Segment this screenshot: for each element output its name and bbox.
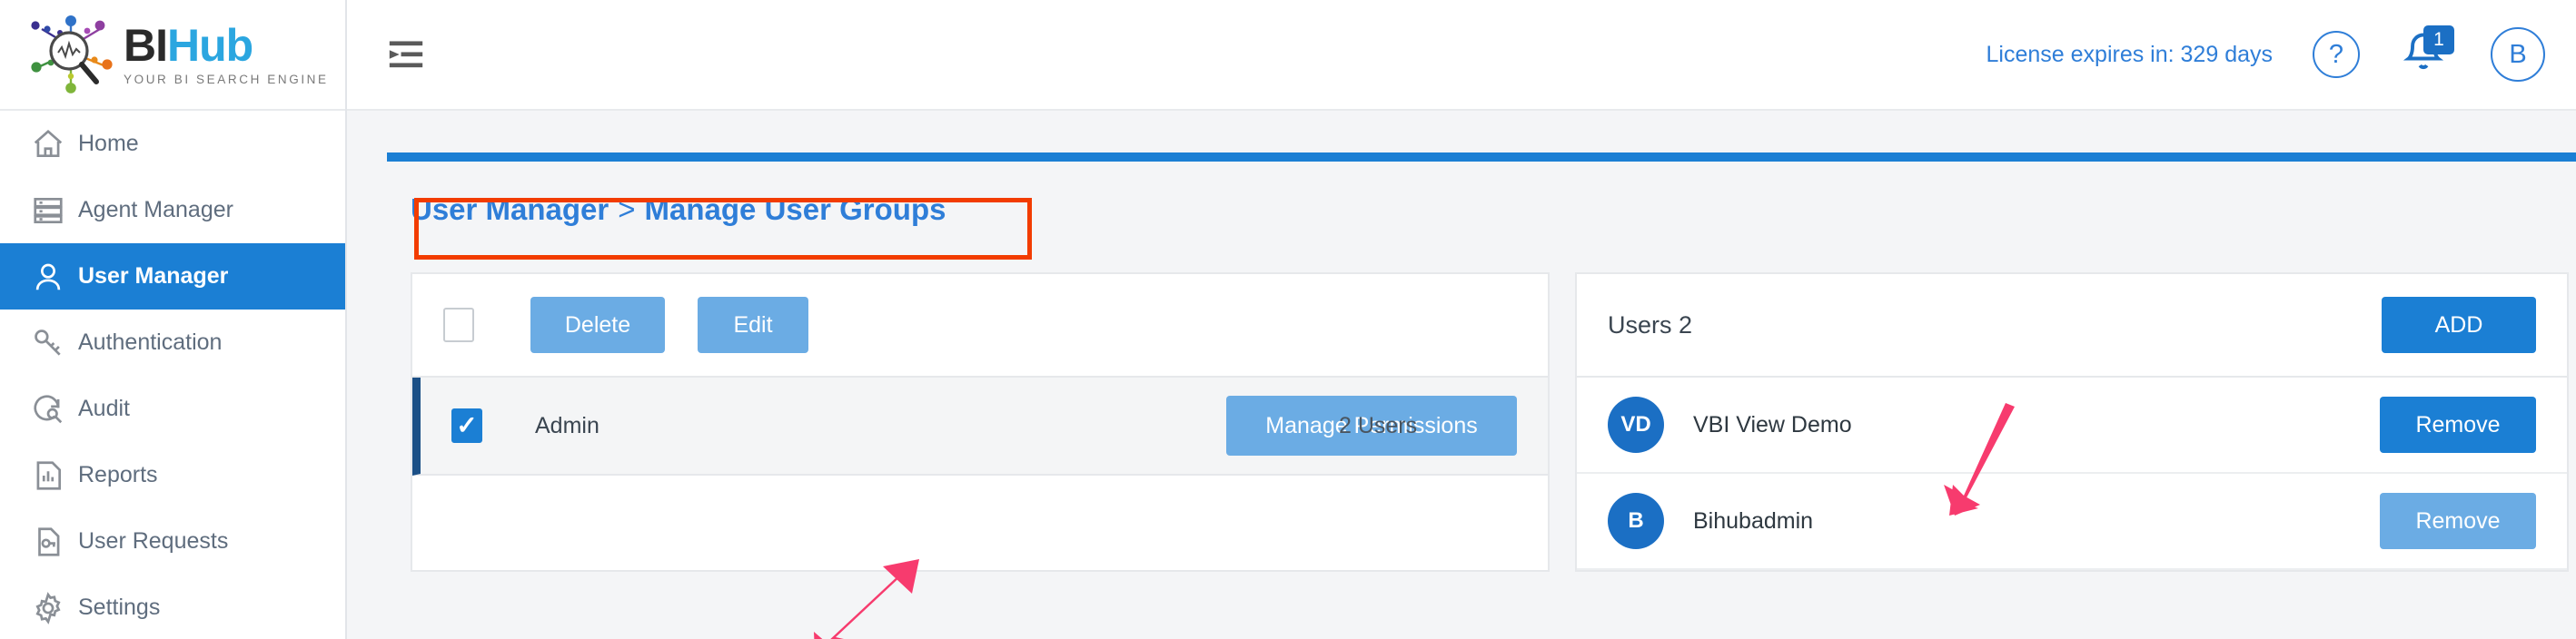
- add-user-button[interactable]: ADD: [2382, 297, 2536, 353]
- server-icon: [31, 193, 78, 228]
- top-bar: License expires in: 329 days ? 1 B: [347, 0, 2576, 111]
- avatar: VD: [1608, 397, 1664, 453]
- delete-button[interactable]: Delete: [530, 297, 665, 353]
- table-row[interactable]: Admin 2 Users Manage Permissions: [412, 378, 1548, 476]
- sidebar-item-label: Authentication: [78, 329, 223, 355]
- key-icon: [31, 326, 78, 360]
- remove-user-button[interactable]: Remove: [2380, 397, 2536, 453]
- sidebar-item-reports[interactable]: Reports: [0, 442, 345, 508]
- breadcrumb-parent[interactable]: User Manager: [411, 192, 609, 227]
- report-chart-icon: [31, 458, 78, 493]
- user-icon: [31, 260, 78, 294]
- groups-list: Admin 2 Users Manage Permissions: [412, 378, 1548, 476]
- select-all-checkbox[interactable]: [443, 308, 474, 342]
- users-list: VD VBI View Demo Remove B Bihubadmin Rem…: [1577, 378, 2567, 570]
- avatar: B: [1608, 493, 1664, 549]
- audit-search-icon: [31, 392, 78, 427]
- user-groups-panel: Delete Edit Admin 2 Users Manage Permiss…: [411, 272, 1550, 572]
- sidebar-item-label: Audit: [78, 396, 130, 421]
- avatar-initial: B: [2509, 39, 2527, 69]
- sidebar-item-label: Agent Manager: [78, 197, 233, 222]
- group-user-count: 2 Users: [1339, 412, 1418, 438]
- main-area: License expires in: 329 days ? 1 B User …: [347, 0, 2576, 639]
- notifications-button[interactable]: 1: [2400, 25, 2454, 80]
- group-name: Admin: [535, 412, 599, 438]
- user-name: VBI View Demo: [1693, 411, 1852, 437]
- sidebar-item-label: Reports: [78, 462, 158, 487]
- gear-icon: [31, 591, 78, 625]
- edit-button[interactable]: Edit: [698, 297, 808, 353]
- sidebar-item-agent-manager[interactable]: Agent Manager: [0, 177, 345, 243]
- notification-badge: 1: [2423, 25, 2454, 54]
- brand-logo[interactable]: BIHub YOUR BI SEARCH ENGINE: [0, 0, 345, 111]
- app-window: BIHub YOUR BI SEARCH ENGINE Home Agent M…: [0, 0, 2576, 639]
- list-item[interactable]: VD VBI View Demo Remove: [1577, 378, 2567, 474]
- magnifier-network-icon: [24, 11, 118, 98]
- user-name: Bihubadmin: [1693, 507, 1814, 534]
- users-panel-header: Users 2 ADD: [1577, 274, 2567, 378]
- sidebar-item-label: Home: [78, 131, 139, 156]
- avatar[interactable]: B: [2491, 27, 2545, 82]
- sidebar-item-settings[interactable]: Settings: [0, 575, 345, 639]
- help-label: ?: [2328, 39, 2344, 69]
- file-key-icon: [31, 525, 78, 559]
- breadcrumb: User Manager > Manage User Groups: [411, 192, 1032, 260]
- panels-row: Delete Edit Admin 2 Users Manage Permiss…: [411, 272, 2569, 572]
- users-panel-title: Users 2: [1608, 310, 1693, 339]
- row-checkbox[interactable]: [451, 408, 482, 443]
- brand-wordmark: BIHub YOUR BI SEARCH ENGINE: [124, 23, 329, 86]
- breadcrumb-current: Manage User Groups: [644, 192, 946, 226]
- sidebar-item-user-requests[interactable]: User Requests: [0, 508, 345, 575]
- remove-user-button[interactable]: Remove: [2380, 493, 2536, 549]
- groups-toolbar: Delete Edit: [412, 274, 1548, 378]
- license-status: License expires in: 329 days: [1986, 41, 2273, 67]
- list-item[interactable]: B Bihubadmin Remove: [1577, 474, 2567, 570]
- top-bar-actions: License expires in: 329 days ? 1 B: [1986, 25, 2545, 82]
- sidebar-item-home[interactable]: Home: [0, 111, 345, 177]
- brand-tagline: YOUR BI SEARCH ENGINE: [124, 73, 329, 86]
- brand-name-hub: Hub: [167, 20, 253, 71]
- sidebar-item-user-manager[interactable]: User Manager: [0, 243, 345, 310]
- sidebar-nav: Home Agent Manager User Manager Authenti…: [0, 111, 345, 639]
- sidebar: BIHub YOUR BI SEARCH ENGINE Home Agent M…: [0, 0, 347, 639]
- collapse-menu-icon[interactable]: [381, 30, 431, 79]
- breadcrumb-separator: >: [618, 192, 636, 226]
- sidebar-item-label: User Manager: [78, 263, 229, 289]
- sidebar-item-label: User Requests: [78, 528, 229, 554]
- brand-name-bi: BI: [124, 20, 168, 71]
- home-icon: [31, 127, 78, 162]
- sidebar-item-audit[interactable]: Audit: [0, 376, 345, 442]
- sidebar-item-authentication[interactable]: Authentication: [0, 310, 345, 376]
- sidebar-item-label: Settings: [78, 595, 161, 620]
- users-panel: Users 2 ADD VD VBI View Demo Remove B Bi…: [1575, 272, 2569, 572]
- content-accent-strip: [387, 152, 2576, 162]
- question-mark-icon[interactable]: ?: [2313, 31, 2360, 78]
